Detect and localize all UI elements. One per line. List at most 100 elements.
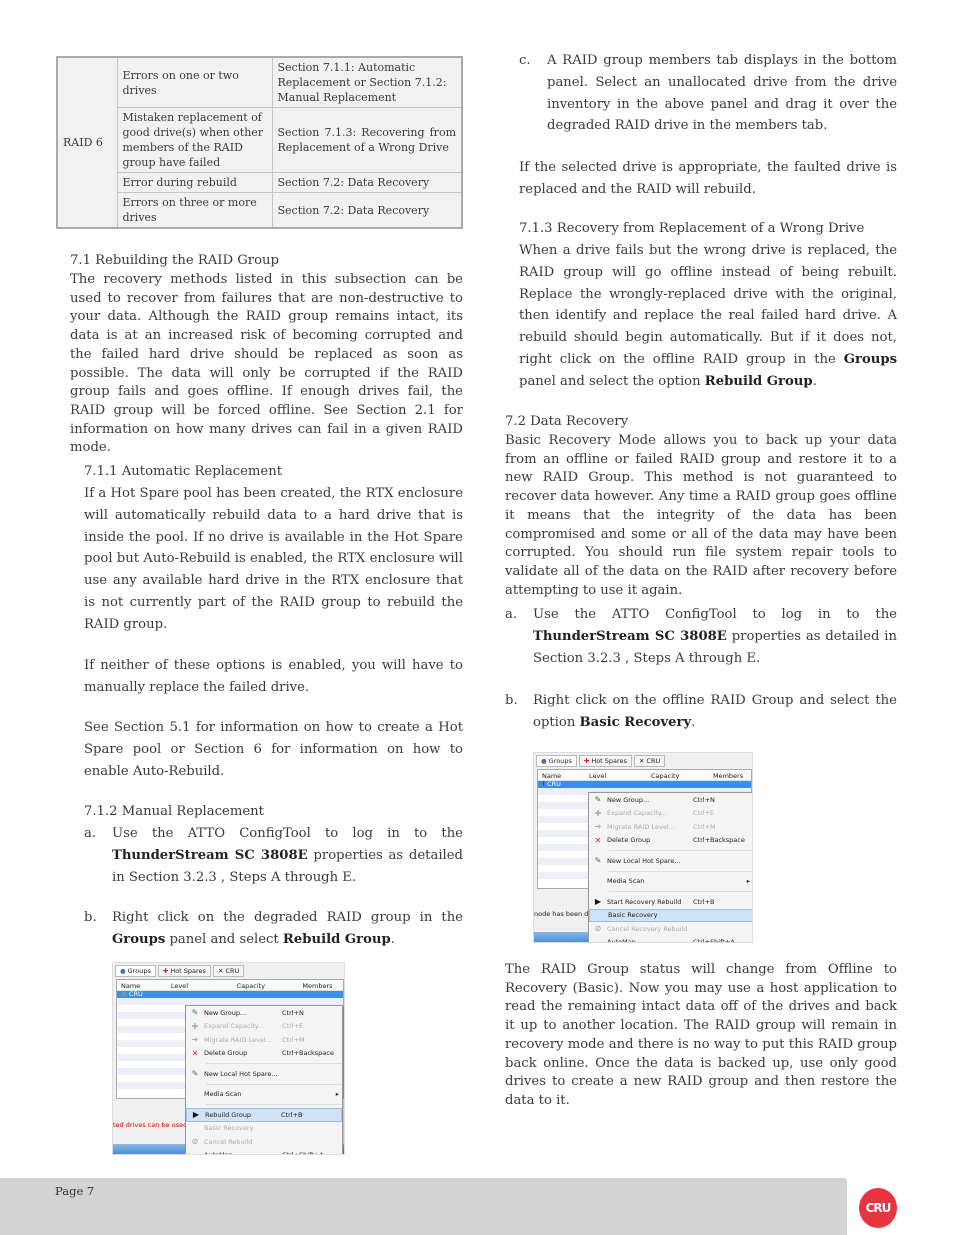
list-label: b.	[84, 910, 97, 925]
menu-item-migrate-raid-level[interactable]: ➜ Migrate RAID Level... Ctrl+M	[186, 1033, 342, 1047]
menu-shortcut: Ctrl+E	[693, 809, 715, 818]
text: .	[390, 931, 395, 947]
menu-label: New Local Hot Spare...	[607, 856, 681, 865]
menu-item-new-group[interactable]: ✎ New Group... Ctrl+N	[589, 793, 752, 807]
menu-item-new-group[interactable]: ✎ New Group... Ctrl+N	[186, 1006, 342, 1020]
column-header[interactable]: Members	[709, 770, 751, 780]
menu-item-expand-capacity[interactable]: ✚ Expand Capacity... Ctrl+E	[186, 1020, 342, 1034]
table-row[interactable]: ⚠ CRU	[117, 991, 343, 998]
bold-term: Groups	[843, 351, 897, 367]
menu-item-cancel-rebuild[interactable]: ⊘ Cancel Rebuild	[186, 1135, 342, 1149]
menu-item-rebuild-group[interactable]: ▶ Rebuild Group Ctrl+B	[186, 1108, 342, 1122]
wand-icon: ✎	[191, 1008, 199, 1018]
bold-term: Groups	[112, 931, 166, 947]
cru-logo: CRU	[859, 1188, 897, 1228]
group-name: CRU	[128, 990, 143, 998]
menu-item-basic-recovery[interactable]: Basic Recovery	[186, 1122, 342, 1136]
menu-shortcut: Ctrl+Backspace	[282, 1049, 334, 1058]
tab-hot-spares[interactable]: ✚ Hot Spares	[157, 965, 211, 977]
play-icon: ▶	[192, 1110, 200, 1120]
menu-label: New Group...	[204, 1008, 247, 1017]
plus-icon: ✚	[191, 1021, 199, 1031]
paragraph: If a Hot Spare pool has been created, th…	[84, 486, 463, 632]
page-footer: Page 7	[0, 1178, 847, 1235]
product-name: ThunderStream SC 3808E	[112, 847, 308, 863]
play-icon: ▶	[594, 897, 602, 907]
list-item: b. Right click on the degraded RAID grou…	[84, 907, 463, 951]
menu-item-delete-group[interactable]: ✕ Delete Group Ctrl+Backspace	[186, 1047, 342, 1061]
table-row[interactable]: ! CRU	[538, 781, 751, 788]
menu-shortcut: Ctrl+Shift+A	[282, 1151, 342, 1154]
menu-item-basic-recovery[interactable]: Basic Recovery	[589, 908, 752, 922]
warning-text: ted drives can be used a	[113, 1121, 194, 1129]
tab-hot-spares[interactable]: ✚ Hot Spares	[578, 755, 632, 767]
menu-label: Basic Recovery	[204, 1124, 254, 1133]
menu-item-expand-capacity[interactable]: ✚ Expand Capacity... Ctrl+E	[589, 807, 752, 821]
text: panel and select	[165, 931, 283, 947]
reference-cell: Section 7.1.3: Recovering from Replaceme…	[271, 107, 463, 173]
menu-separator	[609, 850, 752, 851]
submenu-arrow-icon: ▸	[335, 1090, 339, 1099]
reference-cell: Section 7.2: Data Recovery	[271, 172, 463, 193]
paragraph: When a drive fails but the wrong drive i…	[519, 240, 897, 393]
list-label: a.	[505, 607, 518, 622]
tab-label: Groups	[127, 967, 151, 975]
heading-7-1-2: 7.1.2 Manual Replacement	[84, 804, 264, 819]
tab-label: CRU	[225, 967, 240, 975]
tab-cru[interactable]: ✕ CRU	[212, 965, 245, 977]
empty-row	[117, 998, 343, 1005]
menu-item-migrate-raid-level[interactable]: ➜ Migrate RAID Level... Ctrl+M	[589, 820, 752, 834]
text: When a drive fails but the wrong drive i…	[519, 243, 897, 367]
paragraph: If the selected drive is appropriate, th…	[519, 160, 897, 197]
tab-groups[interactable]: ● Groups	[115, 965, 156, 977]
error-cell: Mistaken replacement of good drive(s) wh…	[116, 107, 273, 173]
menu-item-automap[interactable]: AutoMapCtrl+Shift+A	[186, 1149, 342, 1154]
menu-label: Basic Recovery	[608, 911, 658, 920]
list-label: c.	[519, 53, 531, 68]
grid-header: Name Level Capacity Members	[117, 980, 343, 991]
column-header[interactable]: Level	[585, 770, 647, 780]
bold-term: Basic Recovery	[579, 714, 692, 730]
menu-separator	[609, 870, 752, 872]
menu-separator	[206, 1083, 342, 1085]
text: Use the ATTO ConfigTool to log in to the	[533, 607, 897, 622]
column-header[interactable]: Level	[167, 980, 233, 990]
screenshot-rebuild-group-menu: ● Groups ✚ Hot Spares ✕ CRU Name Level Capacity M…	[112, 962, 345, 1155]
bold-term: Rebuild Group	[282, 931, 391, 947]
column-header[interactable]: Capacity	[647, 770, 709, 780]
list-label: a.	[84, 826, 97, 841]
menu-item-delete-group[interactable]: ✕ Delete Group Ctrl+Backspace	[589, 834, 752, 848]
menu-item-start-recovery-rebuild[interactable]: ▶ Start Recovery Rebuild Ctrl+B	[589, 895, 752, 909]
menu-item-media-scan[interactable]: Media Scan ▸	[186, 1088, 342, 1102]
paragraph: The recovery methods listed in this subs…	[70, 272, 463, 456]
menu-item-media-scan[interactable]: Media Scan ▸	[589, 875, 752, 889]
menu-item-cancel-recovery-rebuild[interactable]: ⊘ Cancel Recovery Rebuild	[589, 922, 752, 936]
wand-icon: ✎	[191, 1069, 199, 1079]
paragraph: Basic Recovery Mode allows you to back u…	[505, 433, 897, 598]
tab-cru[interactable]: ✕ CRU	[633, 755, 666, 767]
menu-item-new-local-hot-spare[interactable]: ✎ New Local Hot Spare...	[589, 854, 752, 868]
menu-separator	[609, 891, 752, 892]
column-header[interactable]: Name	[538, 770, 585, 780]
menu-shortcut: Ctrl+E	[282, 1022, 304, 1031]
column-header[interactable]: Capacity	[233, 980, 299, 990]
paragraph: The RAID Group status will change from O…	[505, 962, 897, 1108]
menu-label: Cancel Recovery Rebuild	[607, 924, 688, 933]
text: .	[691, 714, 696, 730]
paragraph: See Section 5.1 for information on how t…	[84, 720, 463, 779]
paragraph: If neither of these options is enabled, …	[84, 658, 463, 695]
tab-groups[interactable]: ● Groups	[536, 755, 577, 767]
menu-label: Expand Capacity...	[607, 809, 668, 818]
column-header[interactable]: Name	[117, 980, 167, 990]
menu-label: Delete Group	[204, 1049, 248, 1058]
menu-item-new-local-hot-spare[interactable]: ✎ New Local Hot Spare...	[186, 1067, 342, 1081]
text: A RAID group members tab displays in the…	[547, 53, 897, 134]
menu-label: New Local Hot Spare...	[204, 1069, 278, 1078]
raid6-recovery-table: RAID 6 Errors on one or two drives Sectio…	[56, 56, 463, 229]
column-header[interactable]: Members	[298, 980, 343, 990]
list-item: a. Use the ATTO ConfigTool to log in to …	[84, 823, 463, 888]
plus-icon: ✚	[594, 808, 602, 818]
tab-bar: ● Groups ✚ Hot Spares ✕ CRU	[115, 965, 245, 977]
menu-shortcut: Ctrl+B	[693, 897, 715, 906]
menu-item-automap[interactable]: AutoMapCtrl+Shift+A	[589, 936, 752, 942]
